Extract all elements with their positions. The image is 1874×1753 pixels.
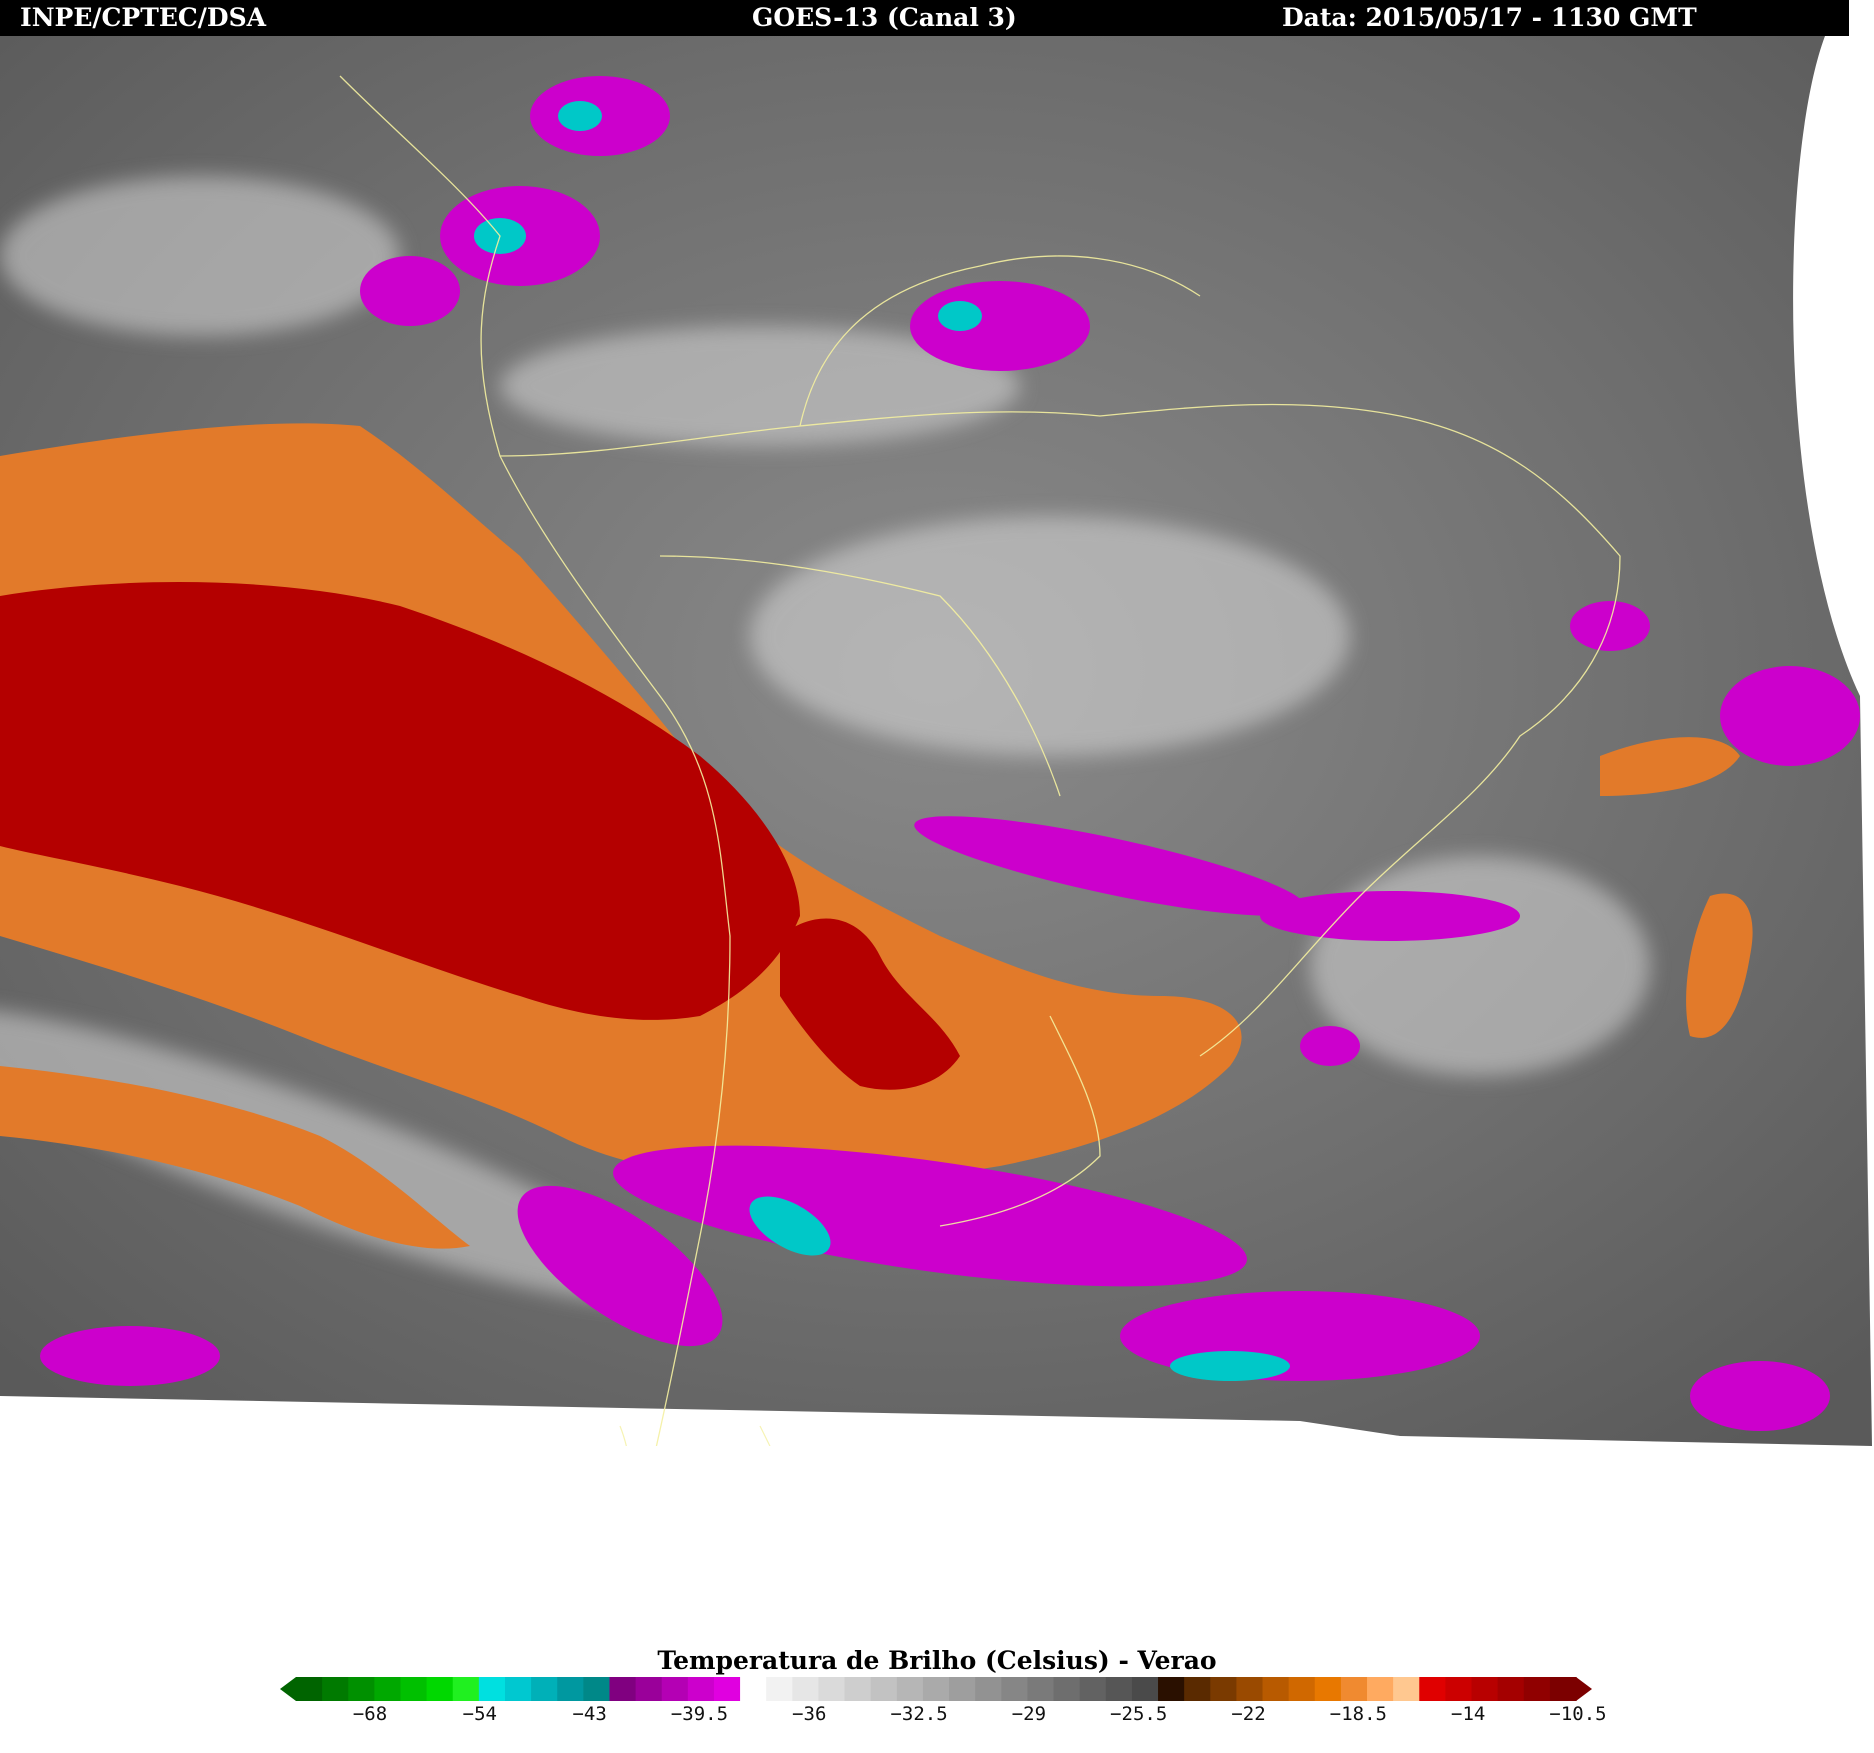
- colorbar-segment: [583, 1677, 611, 1701]
- satellite-image: [0, 36, 1872, 1446]
- colorbar-segment: [478, 1677, 506, 1701]
- colorbar-segment: [400, 1677, 428, 1701]
- colorbar-segment: [1367, 1677, 1394, 1701]
- colorbar-segment: [975, 1677, 1002, 1701]
- colorbar-segment: [557, 1677, 584, 1701]
- colorbar-tick-label: −14: [1451, 1703, 1486, 1725]
- colorbar-tick-label: −22: [1231, 1703, 1266, 1725]
- colorbar-segment: [531, 1677, 558, 1701]
- colorbar-segment: [870, 1677, 898, 1701]
- colorbar-segment: [1105, 1677, 1133, 1701]
- colorbar-segment: [452, 1677, 480, 1701]
- colorbar-segment: [1419, 1677, 1446, 1701]
- colorbar-segment: [374, 1677, 402, 1701]
- colorbar-segment: [1497, 1677, 1525, 1701]
- colorbar-segment: [1053, 1677, 1081, 1701]
- colorbar-segment: [426, 1677, 454, 1701]
- colorbar-segment: [1027, 1677, 1055, 1701]
- colorbar-right-arrow: [1576, 1677, 1592, 1701]
- colorbar-tick-label: −43: [572, 1703, 607, 1725]
- colorbar-segment: [818, 1677, 846, 1701]
- colorbar-tick-label: −18.5: [1329, 1703, 1387, 1725]
- colorbar-left-arrow: [280, 1677, 296, 1701]
- colorbar-segment: [1262, 1677, 1290, 1701]
- colorbar-segment: [1288, 1677, 1316, 1701]
- colorbar-segment: [322, 1677, 349, 1701]
- colorbar-segment: [1445, 1677, 1473, 1701]
- colorbar-title: Temperatura de Brilho (Celsius) - Verao: [657, 1646, 1217, 1675]
- colorbar-segment: [296, 1677, 323, 1701]
- header-bar: INPE/CPTEC/DSA GOES-13 (Canal 3) Data: 2…: [0, 0, 1849, 36]
- colorbar-segment: [1001, 1677, 1029, 1701]
- colorbar-segment: [922, 1677, 950, 1701]
- colorbar-segment: [949, 1677, 976, 1701]
- colorbar-segments: [296, 1677, 1577, 1701]
- colorbar-segment: [1158, 1677, 1185, 1701]
- colorbar-tick-label: −10.5: [1549, 1703, 1607, 1725]
- colorbar-segment: [766, 1677, 793, 1701]
- colorbar-segment: [1210, 1677, 1238, 1701]
- colorbar: [280, 1677, 1592, 1701]
- date-time-label: Data: 2015/05/17 - 1130 GMT: [1282, 3, 1697, 32]
- colorbar-segment: [844, 1677, 872, 1701]
- colorbar-segment: [1184, 1677, 1211, 1701]
- colorbar-segment: [348, 1677, 375, 1701]
- colorbar-segment: [792, 1677, 820, 1701]
- colorbar-tick-label: −54: [462, 1703, 497, 1725]
- colorbar-segment: [1471, 1677, 1499, 1701]
- colorbar-segment: [687, 1677, 715, 1701]
- colorbar-segment: [1236, 1677, 1264, 1701]
- colorbar-segment: [504, 1677, 532, 1701]
- colorbar-segment: [1393, 1677, 1420, 1701]
- colorbar-tick-label: −39.5: [670, 1703, 729, 1725]
- colorbar-tick-label: −29: [1011, 1703, 1047, 1725]
- colorbar-segment: [1079, 1677, 1107, 1701]
- colorbar-tick-label: −32.5: [890, 1703, 948, 1725]
- colorbar-segment: [713, 1677, 741, 1701]
- colorbar-segment: [635, 1677, 663, 1701]
- colorbar-segment: [1340, 1677, 1368, 1701]
- colorbar-segment: [1549, 1677, 1577, 1701]
- colorbar-segment: [1314, 1677, 1342, 1701]
- colorbar-segment: [1131, 1677, 1159, 1701]
- satellite-channel-label: GOES-13 (Canal 3): [752, 3, 1017, 32]
- colorbar-segment: [609, 1677, 637, 1701]
- colorbar-segment: [1523, 1677, 1551, 1701]
- colorbar-tick-label: −68: [352, 1703, 388, 1725]
- colorbar-segment: [661, 1677, 689, 1701]
- colorbar-segment: [740, 1677, 767, 1701]
- agency-label: INPE/CPTEC/DSA: [20, 3, 267, 32]
- colorbar-tick-label: −25.5: [1110, 1703, 1168, 1725]
- colorbar-segment: [896, 1677, 924, 1701]
- colorbar-tick-label: −36: [792, 1703, 827, 1725]
